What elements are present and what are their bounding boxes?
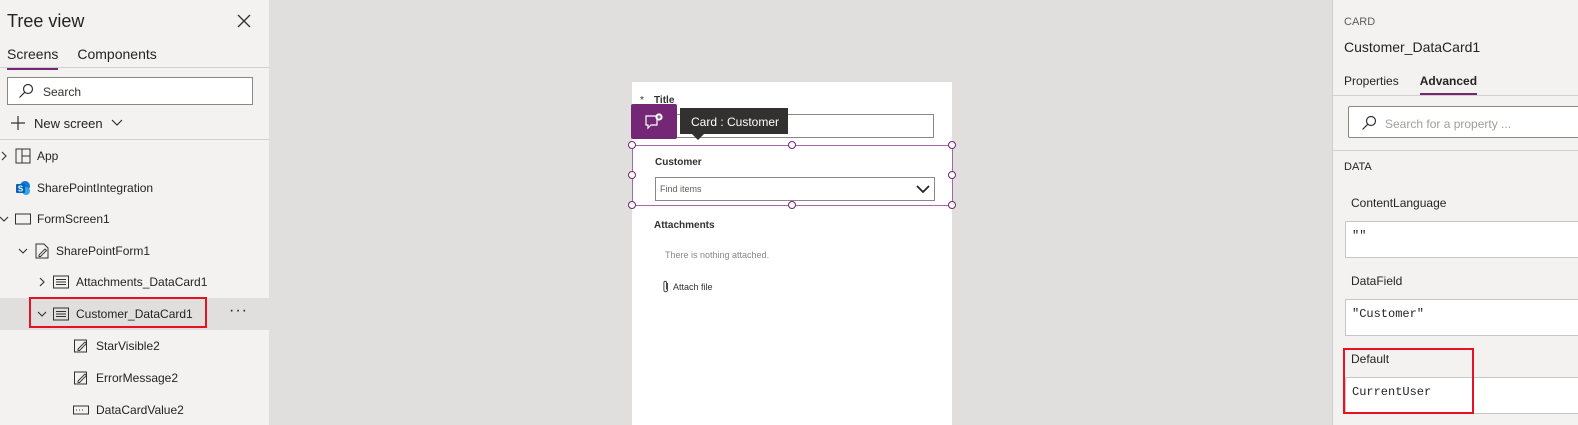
tree-node-attachments-datacard1[interactable]: Attachments_DataCard1 (0, 266, 269, 298)
attach-file-label: Attach file (673, 281, 713, 292)
customer-placeholder: Find items (660, 184, 702, 194)
customer-combobox[interactable]: Find items (655, 177, 935, 201)
tooltip-arrow (692, 134, 704, 140)
resize-handle[interactable] (948, 141, 956, 149)
resize-handle[interactable] (788, 141, 796, 149)
tree-node-label: FormScreen1 (37, 212, 110, 226)
design-canvas[interactable]: * Title Customer Find items Card: Custo… (270, 0, 1332, 425)
property-value-datafield[interactable]: "Customer" (1345, 299, 1578, 336)
search-icon (19, 83, 34, 98)
property-label-contentlanguage: ContentLanguage (1351, 196, 1447, 210)
chevron-right-icon[interactable] (37, 277, 47, 287)
datacard-icon (53, 275, 69, 289)
section-data-heading: DATA (1344, 161, 1372, 173)
tree-search-input[interactable]: Search (7, 77, 253, 105)
tab-divider (1333, 95, 1578, 96)
attach-file-button[interactable]: Attach file (662, 280, 713, 293)
resize-handle[interactable] (628, 201, 636, 209)
tree-node-label: Attachments_DataCard1 (76, 275, 208, 289)
chevron-down-icon[interactable] (916, 183, 930, 195)
tree-node-errormessage2[interactable]: ErrorMessage2 (0, 362, 269, 394)
new-screen-label: New screen (34, 115, 103, 131)
tree-node-label: StarVisible2 (96, 339, 160, 353)
tab-properties[interactable]: Properties (1344, 74, 1399, 92)
resize-handle[interactable] (628, 171, 636, 179)
tree-node-label: ErrorMessage2 (96, 371, 179, 385)
property-search-input[interactable]: Search for a property ... (1348, 106, 1578, 138)
properties-tabs: Properties Advanced (1344, 74, 1498, 95)
plus-icon (11, 116, 25, 130)
resize-handle[interactable] (948, 201, 956, 209)
properties-panel: CARD Customer_DataCard1 Properties Advan… (1332, 0, 1578, 425)
tree-node-starvisible2[interactable]: StarVisible2 (0, 330, 269, 362)
section-divider (1333, 150, 1578, 151)
tab-advanced[interactable]: Advanced (1419, 74, 1478, 95)
comment-badge-button[interactable] (631, 104, 677, 139)
chevron-down-icon (111, 119, 123, 126)
sharepoint-form[interactable]: * Title Customer Find items Card: Custo… (628, 82, 956, 425)
customer-label: Customer (655, 157, 702, 168)
card-tooltip: Card : Customer (680, 108, 788, 140)
tree-view-title: Tree view (7, 11, 85, 31)
resize-handle[interactable] (788, 201, 796, 209)
sharepoint-icon: S (16, 181, 30, 195)
resize-handle[interactable] (948, 171, 956, 179)
tab-divider (0, 67, 269, 68)
attachments-label: Attachments (654, 220, 715, 231)
svg-text:S: S (18, 185, 24, 194)
form-icon (35, 243, 49, 259)
control-name: Customer_DataCard1 (1344, 39, 1481, 55)
customer-card-selection[interactable]: Customer Find items (628, 141, 956, 209)
property-value-contentlanguage[interactable]: "" (1345, 221, 1578, 258)
tree-node-label: SharePointIntegration (37, 181, 154, 195)
tree-view-panel: Tree view Screens Components Search New … (0, 0, 270, 425)
tree-node-datacardvalue2[interactable]: DataCardValue2 (0, 394, 269, 425)
app-icon (15, 148, 31, 164)
resize-handle[interactable] (628, 141, 636, 149)
tree-node-label: SharePointForm1 (56, 244, 151, 258)
edit-label-icon (74, 339, 88, 353)
attachments-empty-text: There is nothing attached. (665, 250, 770, 260)
tree-node-label: App (37, 149, 59, 163)
more-options-icon[interactable]: ··· (229, 302, 248, 320)
tree-node-sharepointform1[interactable]: SharePointForm1 (0, 235, 269, 267)
tree-node-sharepointintegration[interactable]: S SharePointIntegration (0, 172, 269, 204)
chevron-right-icon[interactable] (0, 151, 9, 161)
edit-label-icon (74, 371, 88, 385)
tree-node-app[interactable]: App (0, 140, 269, 172)
tab-components[interactable]: Components (77, 46, 156, 68)
paperclip-icon (663, 280, 668, 293)
chevron-down-icon[interactable] (0, 214, 9, 224)
highlight-box (1343, 348, 1474, 414)
control-category: CARD (1344, 16, 1376, 28)
tree-node-label: DataCardValue2 (96, 403, 184, 417)
search-placeholder: Search (43, 85, 82, 99)
close-icon[interactable] (234, 11, 254, 31)
new-screen-button[interactable]: New screen (10, 114, 124, 132)
search-icon (1362, 115, 1377, 130)
highlight-box (29, 297, 207, 328)
comment-add-icon (645, 113, 663, 130)
chevron-down-icon[interactable] (18, 246, 28, 256)
combobox-icon (73, 405, 89, 415)
screen-icon (15, 213, 31, 225)
property-label-datafield: DataField (1351, 274, 1403, 288)
tree-node-formscreen1[interactable]: FormScreen1 (0, 203, 269, 235)
property-search-placeholder: Search for a property ... (1385, 117, 1512, 131)
tree-tabs: Screens Components (7, 46, 176, 70)
tooltip-text: Card : Customer (691, 115, 780, 129)
tab-screens[interactable]: Screens (7, 46, 59, 70)
